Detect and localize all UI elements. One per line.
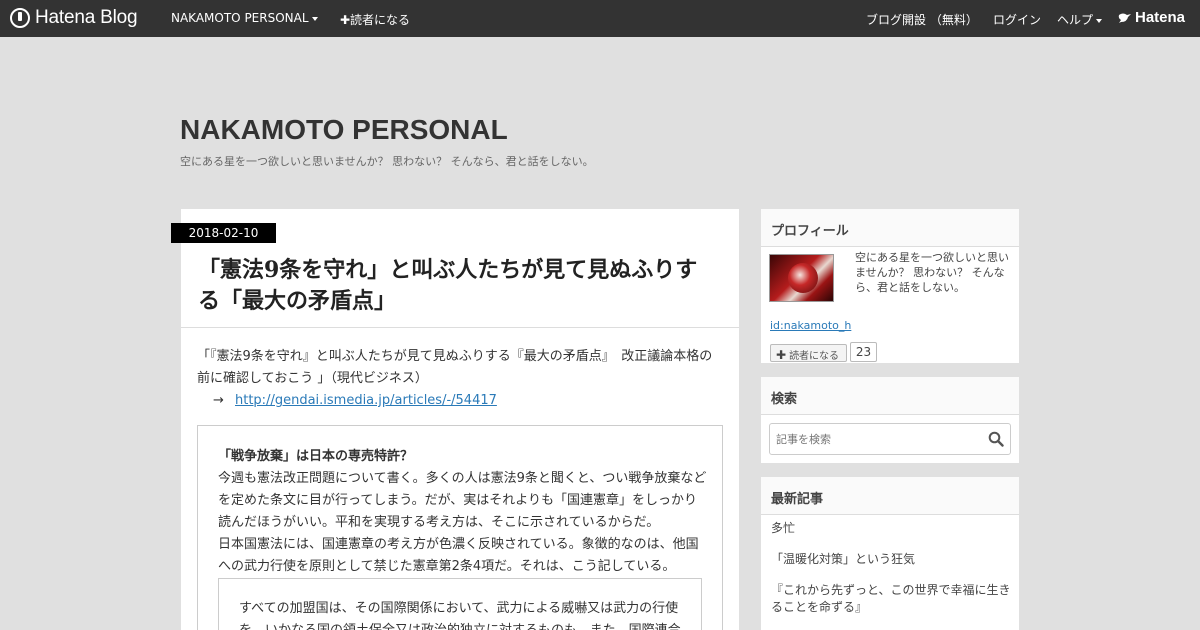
blog-menu-label: NAKAMOTO PERSONAL (171, 11, 309, 25)
source-link[interactable]: http://gendai.ismedia.jp/articles/-/5441… (235, 393, 497, 408)
blockquote-paragraph-1: 今週も憲法改正問題について書く。多くの人は憲法9条と聞くと、つい戦争放棄などを定… (218, 471, 707, 530)
profile-description: 空にある星を一つ欲しいと思いませんか？ 思わない？ そんなら、君と話をしない。 (855, 251, 1009, 294)
chevron-down-icon (1096, 18, 1103, 23)
profile-id-link[interactable]: id:nakamoto_h (770, 319, 851, 332)
help-label: ヘルプ (1057, 13, 1094, 27)
title-divider (181, 327, 739, 328)
lead-text: 「『憲法9条を守れ』と叫ぶ人たちが見て見ぬふりする『最大の矛盾点』 改正議論本格… (197, 349, 713, 386)
plus-icon: ✚ (776, 348, 787, 362)
arrow-text: → (213, 393, 224, 408)
avatar[interactable] (769, 254, 834, 302)
subscribe-button[interactable]: ✚ 読者になる (770, 344, 847, 362)
blockquote-body: 「戦争放棄」は日本の専売特許？ 今週も憲法改正問題について書く。多くの人は憲法9… (218, 446, 708, 578)
entry-lead: 「『憲法9条を守れ』と叫ぶ人たちが見て見ぬふりする『最大の矛盾点』 改正議論本格… (197, 346, 717, 412)
recent-entry-link[interactable]: 『これから先ずっと、この世界で幸福に生きることを命ずる』 (771, 582, 1013, 616)
blog-menu-dropdown[interactable]: NAKAMOTO PERSONAL (171, 11, 318, 25)
logo-text: Hatena Blog (35, 7, 138, 28)
hatena-label: Hatena (1135, 9, 1186, 26)
inner-blockquote-text: すべての加盟国は、その国際関係において、武力による威嚇又は武力の行使を、いかなる… (239, 601, 681, 630)
recent-heading: 最新記事 (761, 477, 1019, 515)
hatena-bird-icon (1118, 13, 1131, 23)
search-input[interactable] (769, 423, 1011, 455)
open-blog-link[interactable]: ブログ開設 （無料） (866, 11, 978, 28)
recent-entry-link[interactable]: 「温暖化対策」という狂気 (771, 551, 1013, 568)
recent-entry-link[interactable]: 多忙 (771, 520, 1013, 537)
entry-date[interactable]: 2018-02-10 (171, 223, 276, 243)
profile-module: プロフィール 空にある星を一つ欲しいと思いませんか？ 思わない？ そんなら、君と… (761, 209, 1019, 363)
recent-entries-module: 最新記事 多忙 「温暖化対策」という狂気 『これから先ずっと、この世界で幸福に生… (761, 477, 1019, 630)
subscriber-count: 23 (850, 342, 877, 362)
global-header: Hatena Blog NAKAMOTO PERSONAL ✚読者になる ブログ… (0, 0, 1200, 37)
hatena-blog-logo-icon (10, 8, 30, 28)
entry-title[interactable]: 「憲法9条を守れ」と叫ぶ人たちが見て見ぬふりする「最大の矛盾点」 (198, 255, 718, 317)
blog-title[interactable]: NAKAMOTO PERSONAL (180, 114, 508, 146)
subscribe-label: 読者になる (789, 351, 840, 362)
hatena-logo[interactable]: Hatena (1118, 9, 1185, 26)
search-module: 検索 (761, 377, 1019, 463)
help-menu[interactable]: ヘルプ (1057, 11, 1103, 28)
login-link[interactable]: ログイン (993, 11, 1041, 28)
blog-description: 空にある星を一つ欲しいと思いませんか？ 思わない？ そんなら、君と話をしない。 (180, 155, 594, 168)
follow-button[interactable]: ✚読者になる (340, 11, 410, 28)
profile-heading: プロフィール (761, 209, 1019, 247)
search-heading: 検索 (761, 377, 1019, 415)
blockquote-heading: 「戦争放棄」は日本の専売特許？ (218, 449, 414, 464)
hatena-blog-logo[interactable]: Hatena Blog (10, 7, 138, 29)
blockquote-paragraph-2: 日本国憲法には、国連憲章の考え方が色濃く反映されている。象徴的なのは、他国への武… (218, 537, 699, 574)
search-icon[interactable] (988, 431, 1004, 447)
chevron-down-icon (311, 16, 318, 21)
